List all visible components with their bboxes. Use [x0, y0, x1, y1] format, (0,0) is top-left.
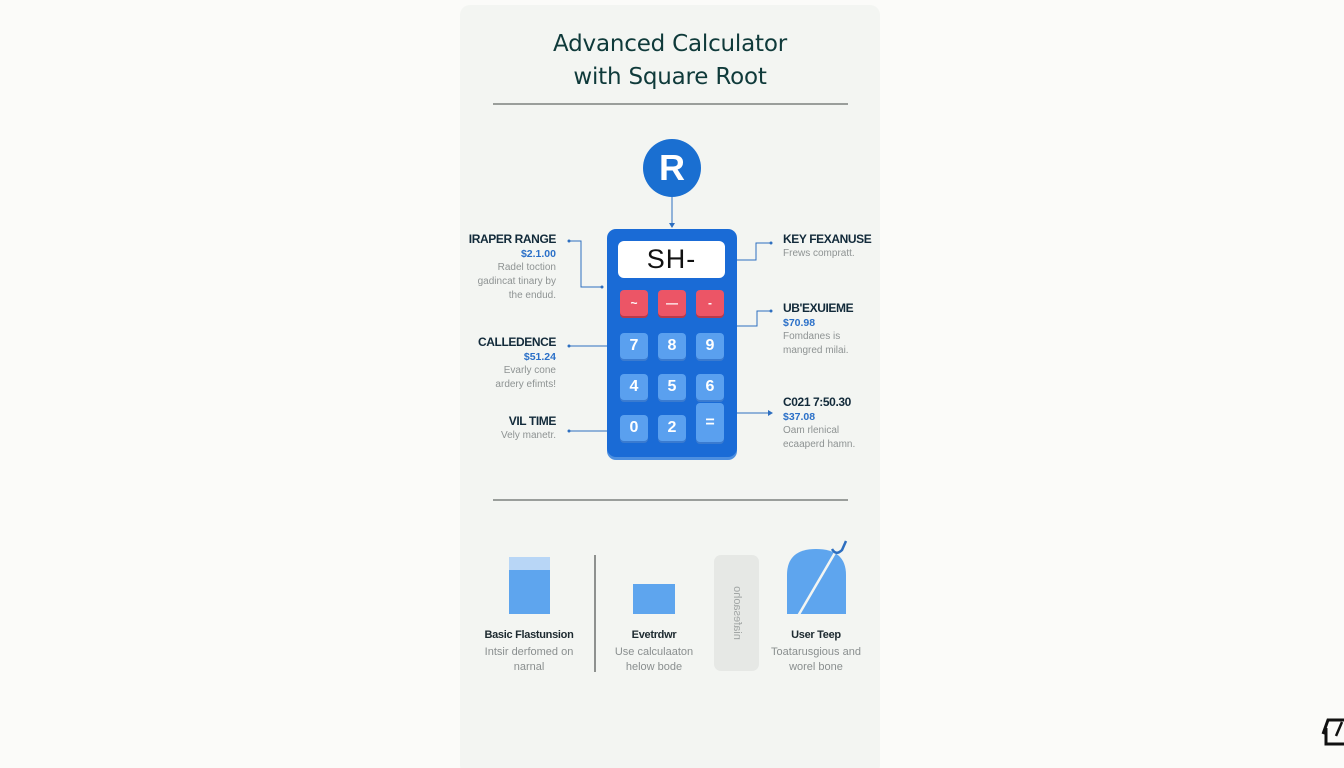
annotation-desc: Fomdanes is	[783, 331, 841, 342]
annotation-desc: Vely manetr.	[500, 430, 556, 441]
corner-watermark-icon	[1321, 718, 1344, 746]
middle-divider	[493, 499, 848, 501]
key-0[interactable]: 0	[620, 415, 648, 441]
annotation-heading: UB'EXUIEME	[783, 301, 854, 315]
annotation-left-3: VIL TIME Vely manetr.	[501, 414, 556, 443]
feature-desc: Toatarusgious and worel bone	[756, 645, 876, 675]
feature-desc-line: Use calculaaton	[614, 646, 694, 658]
annotation-price: $51.24	[523, 351, 556, 363]
key-4[interactable]: 4	[620, 374, 648, 400]
key-2[interactable]: 2	[658, 415, 686, 441]
page-title: Advanced Calculator with Square Root	[460, 28, 880, 94]
key-6[interactable]: 6	[696, 374, 724, 400]
annotation-price: $2.1.00	[520, 248, 556, 260]
function-key-1[interactable]: ~	[620, 290, 648, 316]
annotation-heading: CALLEDENCE	[477, 335, 556, 349]
annotation-right-3: C021 7:50.30 $37.08 Oam rlenical ecaaper…	[783, 395, 855, 452]
feature-desc: Use calculaaton helow bode	[594, 645, 714, 675]
annotation-desc: the endud.	[508, 290, 556, 301]
annotation-desc: ardery efimts!	[495, 379, 556, 390]
annotation-heading: KEY FEXANUSE	[783, 232, 872, 246]
annotation-desc: Radel toction	[497, 262, 556, 273]
feature-heading: Evetrdwr	[631, 629, 677, 641]
feature-basic: Basic Flastunsion Intsir derfomed on nar…	[469, 628, 589, 675]
annotation-heading: IRAPER RANGE	[468, 232, 557, 246]
vertical-tab: niafesaoho	[714, 555, 759, 671]
annotation-left-2: CALLEDENCE $51.24 Evarly cone ardery efi…	[478, 335, 556, 392]
annotation-right-2: UB'EXUIEME $70.98 Fomdanes is mangred mi…	[783, 301, 854, 358]
annotation-desc: Evarly cone	[503, 365, 556, 376]
top-divider	[493, 103, 848, 105]
annotation-price: $70.98	[783, 317, 816, 329]
calculator-illustration: SH- ~ — - 7 8 9 4 5 6 0 2 =	[607, 229, 737, 457]
annotation-heading: VIL TIME	[508, 414, 557, 428]
feature-everyday: Evetrdwr Use calculaaton helow bode	[594, 628, 714, 675]
key-8[interactable]: 8	[658, 333, 686, 359]
annotation-desc: Frews compratt.	[783, 248, 855, 259]
vertical-tab-label: niafesaoho	[730, 586, 743, 640]
annotation-desc: Oam rlenical	[783, 425, 840, 436]
calculator-display: SH-	[618, 241, 725, 278]
annotation-desc: ecaaperd hamn.	[783, 439, 856, 450]
function-key-2[interactable]: —	[658, 290, 686, 316]
feature-heading: User Teep	[791, 629, 841, 641]
annotation-desc: mangred milai.	[783, 345, 849, 356]
function-key-3[interactable]: -	[696, 290, 724, 316]
annotation-right-1: KEY FEXANUSE Frews compratt.	[783, 232, 872, 261]
feature-heading: Basic Flastunsion	[484, 629, 574, 641]
badge-letter: R	[659, 147, 685, 188]
key-5[interactable]: 5	[658, 374, 686, 400]
annotation-desc: gadincat tinary by	[477, 276, 556, 287]
feature-desc-line: worel bone	[789, 661, 843, 673]
annotation-price: $37.08	[783, 411, 816, 423]
key-7[interactable]: 7	[620, 333, 648, 359]
key-equals[interactable]: =	[696, 403, 724, 442]
feature-desc-line: Toatarusgious and	[771, 646, 861, 658]
title-line-2: with Square Root	[573, 64, 767, 90]
title-line-1: Advanced Calculator	[553, 31, 787, 57]
key-9[interactable]: 9	[696, 333, 724, 359]
feature-desc: Intsir derfomed on narnal	[469, 645, 589, 675]
annotation-left-1: IRAPER RANGE $2.1.00 Radel toction gadin…	[468, 232, 557, 303]
feature-desc-line: Intsir derfomed on	[484, 646, 574, 658]
r-logo-icon: R	[643, 139, 701, 197]
feature-desc-line: narnal	[513, 661, 545, 673]
annotation-heading: C021 7:50.30	[783, 395, 851, 409]
feature-user-tip: User Teep Toatarusgious and worel bone	[756, 628, 876, 675]
feature-desc-line: helow bode	[625, 661, 683, 673]
